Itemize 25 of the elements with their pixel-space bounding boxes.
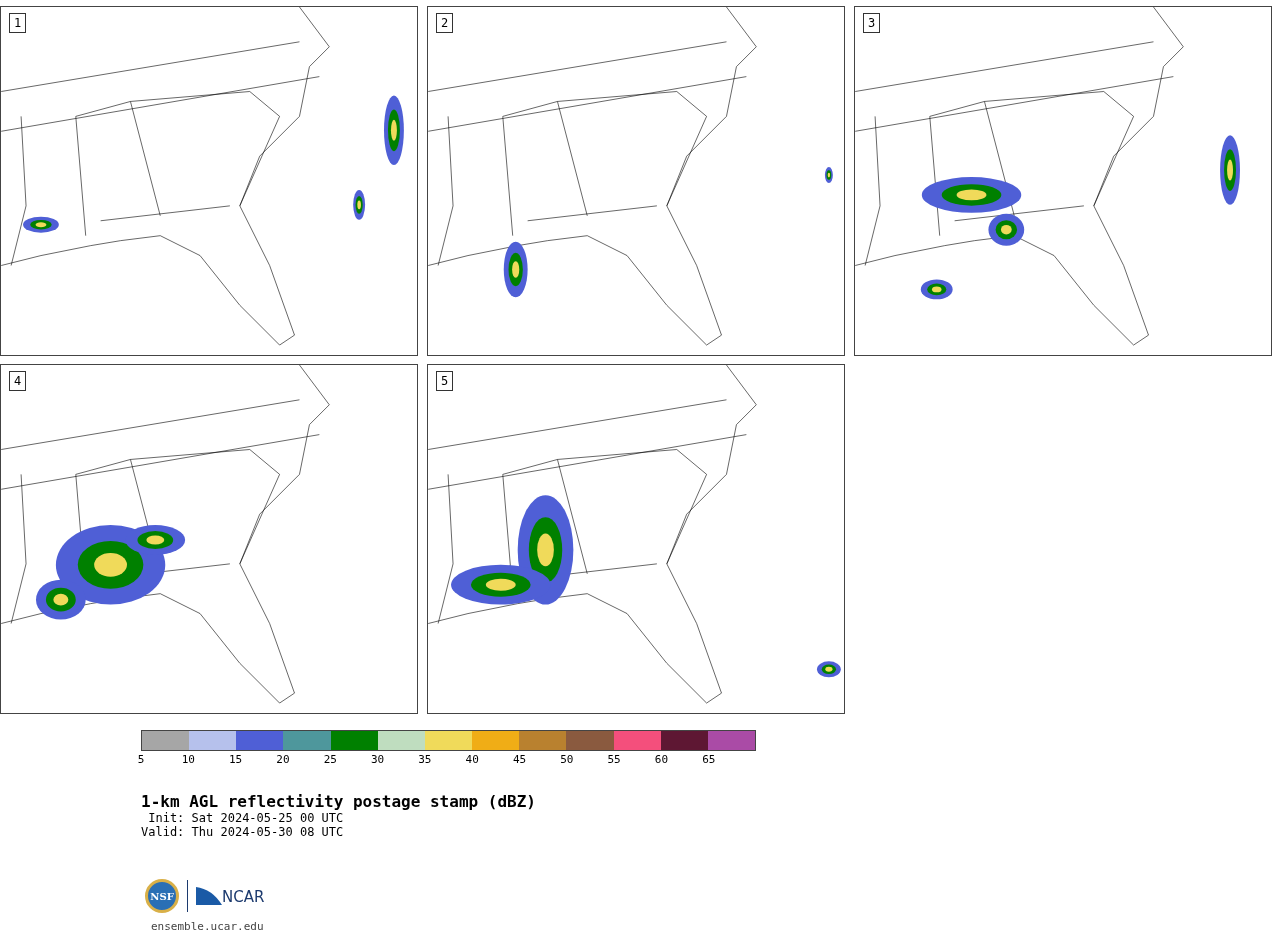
tick-label: 65 (702, 754, 716, 766)
panel-number: 3 (863, 13, 881, 33)
chart-title: 1-km AGL reflectivity postage stamp (dBZ) (141, 793, 537, 811)
tick-label: 10 (181, 754, 195, 766)
tick-label: 30 (370, 754, 385, 766)
logo-text: NCAR (222, 889, 265, 905)
tick-label: 60 (654, 754, 669, 766)
tick-label: 35 (418, 754, 432, 766)
website-url: ensemble.ucar.edu (151, 919, 265, 935)
tick-label: 50 (560, 754, 574, 766)
tick-label: 15 (229, 754, 243, 766)
tick-label: 40 (465, 754, 479, 766)
panel-number: 5 (436, 371, 454, 391)
tick-label: 20 (276, 754, 290, 766)
arc-logo-icon (196, 887, 222, 905)
init-time: Init: Sat 2024-05-25 00 UTC (147, 811, 345, 825)
tick-label: 45 (512, 754, 527, 766)
panel-number: 2 (436, 13, 454, 33)
logo-text: NSF (150, 889, 174, 904)
panel-number: 1 (9, 13, 27, 33)
panel-number: 4 (9, 371, 27, 391)
valid-time: Valid: Thu 2024-05-30 08 UTC (141, 825, 345, 839)
tick-label: 25 (323, 754, 337, 766)
tick-label: 5 (137, 754, 145, 766)
tick-label: 55 (607, 754, 621, 766)
